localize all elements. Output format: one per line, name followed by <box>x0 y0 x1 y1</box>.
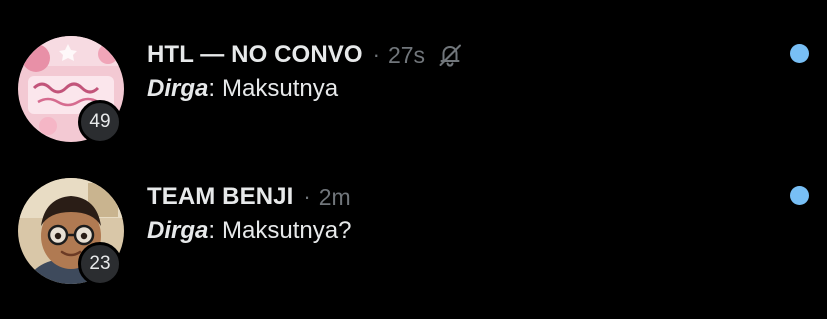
conversation-item-team-benji[interactable]: 23 TEAM BENJI · 2m Dirga : Maksutnya? <box>0 160 827 300</box>
conversation-header: HTL — NO CONVO · 27s <box>147 38 463 72</box>
last-message-preview: Dirga : Maksutnya <box>147 72 338 106</box>
member-count-badge: 23 <box>78 242 122 286</box>
group-name: TEAM BENJI <box>147 183 294 210</box>
sender-colon: : <box>208 75 216 102</box>
separator-dot: · <box>303 184 311 209</box>
separator-dot: · <box>372 42 380 67</box>
conversation-item-htl-no-convo[interactable]: 49 HTL — NO CONVO · 27s Dirga : Maksutny… <box>0 18 827 158</box>
member-count-badge: 49 <box>78 100 122 144</box>
bell-off-icon <box>437 42 463 68</box>
unread-indicator <box>790 44 809 63</box>
group-avatar-container[interactable]: 49 <box>18 36 124 144</box>
last-message-preview: Dirga : Maksutnya? <box>147 214 351 248</box>
conversation-header: TEAM BENJI · 2m <box>147 180 351 214</box>
sender-colon: : <box>208 217 216 244</box>
member-count: 49 <box>89 111 111 132</box>
message-text: Maksutnya <box>222 75 339 102</box>
timestamp: 2m <box>318 183 351 210</box>
unread-indicator <box>790 186 809 205</box>
member-count: 23 <box>89 253 111 274</box>
message-text: Maksutnya? <box>222 217 352 244</box>
group-name: HTL — NO CONVO <box>147 41 363 68</box>
group-avatar-container[interactable]: 23 <box>18 178 124 286</box>
message-sender: Dirga <box>147 217 209 244</box>
timestamp: 27s <box>387 41 426 68</box>
message-sender: Dirga <box>147 75 209 102</box>
